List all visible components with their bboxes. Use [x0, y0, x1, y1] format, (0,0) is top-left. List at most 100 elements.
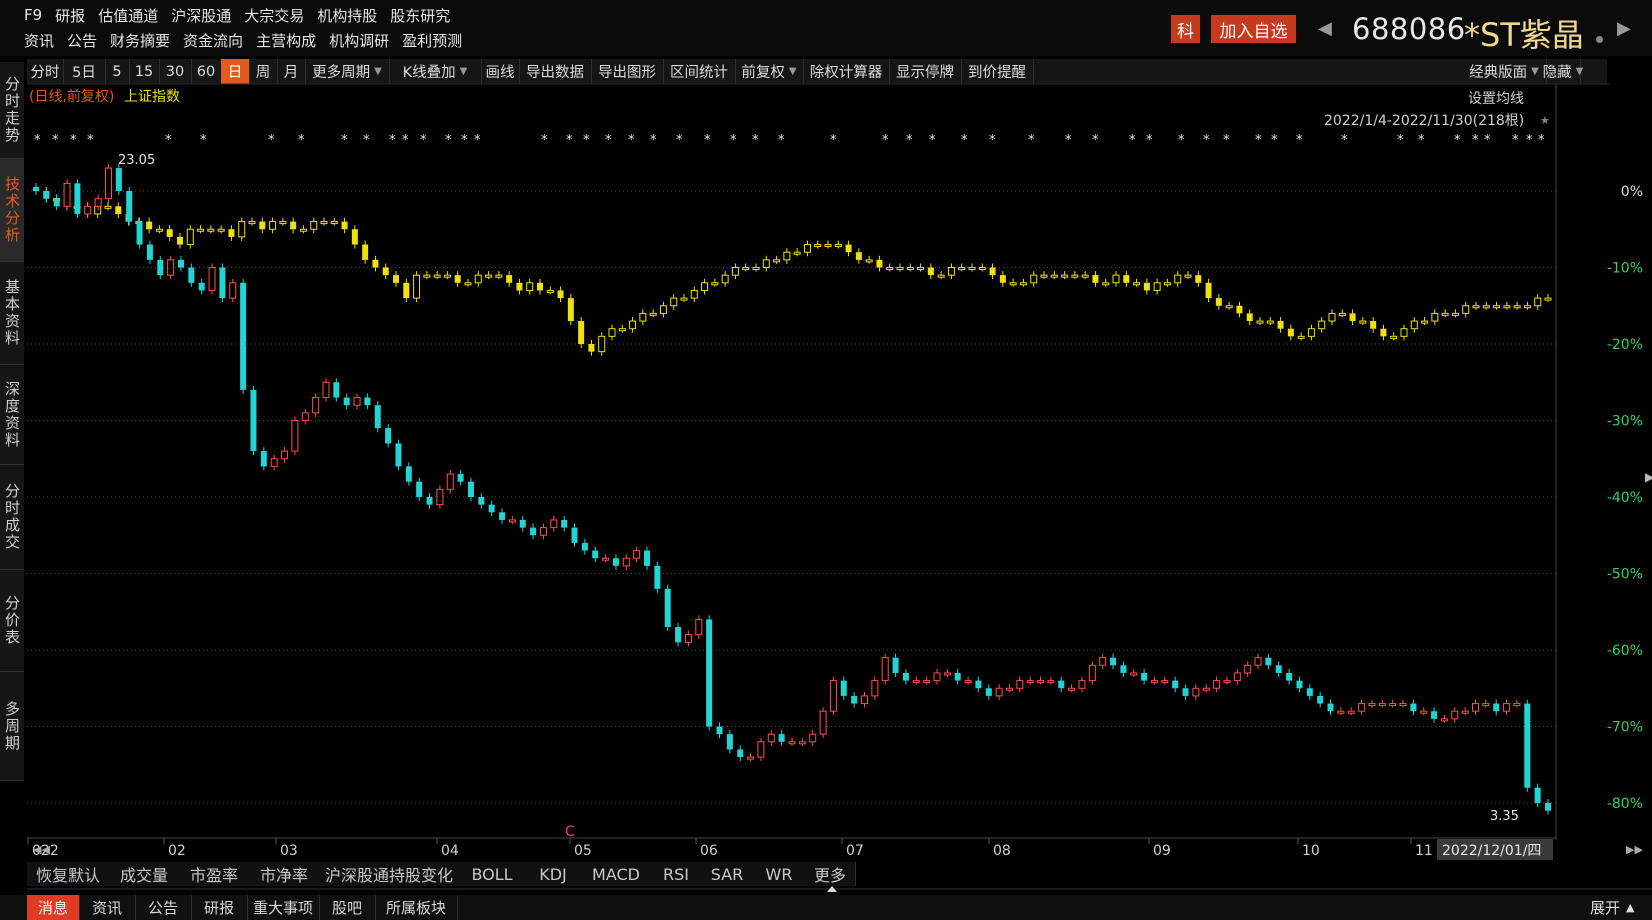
event-star[interactable]: *: [1203, 133, 1210, 148]
event-star[interactable]: *: [1065, 133, 1072, 148]
event-star[interactable]: *: [341, 133, 348, 148]
event-star[interactable]: *: [87, 133, 94, 148]
x-axis-labels: 022 02 03 04 05 06 07 08 09 10 11: [27, 838, 1433, 859]
event-star[interactable]: *: [363, 133, 370, 148]
news-tab[interactable]: 股吧: [319, 895, 376, 920]
event-star[interactable]: *: [906, 133, 913, 148]
event-star[interactable]: *: [566, 133, 573, 148]
indicator-tab[interactable]: 市盈率: [179, 862, 250, 886]
news-tab[interactable]: 重大事项: [247, 895, 320, 920]
candle: [814, 244, 822, 248]
event-star[interactable]: *: [961, 133, 968, 148]
pin-icon[interactable]: ★: [1540, 114, 1550, 127]
indicator-tab[interactable]: KDJ: [525, 862, 582, 886]
event-star[interactable]: *: [989, 133, 996, 148]
event-star[interactable]: *: [474, 133, 481, 148]
event-star[interactable]: *: [605, 133, 612, 148]
event-star[interactable]: *: [1028, 133, 1035, 148]
news-tab[interactable]: 资讯: [79, 895, 136, 920]
event-c-marker[interactable]: C: [565, 824, 575, 840]
candle: [416, 481, 423, 497]
candle: [322, 381, 330, 399]
indicator-tab[interactable]: 沪深股通持股变化: [319, 862, 460, 886]
news-tab[interactable]: 消息: [27, 895, 80, 920]
event-star[interactable]: *: [1454, 133, 1461, 148]
event-star[interactable]: *: [1526, 133, 1533, 148]
event-star[interactable]: *: [1271, 133, 1278, 148]
indicator-tab[interactable]: 市净率: [249, 862, 320, 886]
candle: [778, 734, 785, 742]
scroll-left-icon[interactable]: ◀◀: [33, 843, 50, 856]
event-star[interactable]: *: [1512, 133, 1519, 148]
indicator-tab[interactable]: MACD: [581, 862, 652, 886]
event-star[interactable]: *: [165, 133, 172, 148]
event-star[interactable]: *: [882, 133, 889, 148]
event-star[interactable]: *: [52, 133, 59, 148]
candle: [312, 397, 320, 414]
event-star[interactable]: *: [704, 133, 711, 148]
indicator-tab[interactable]: WR: [753, 862, 806, 886]
event-star[interactable]: *: [1538, 133, 1545, 148]
y-axis-labels: 0% -10% -20% -30% -40% -50% -60% -70% -80%: [1607, 184, 1643, 812]
event-star[interactable]: *: [461, 133, 468, 148]
event-star[interactable]: *: [1472, 133, 1479, 148]
event-star[interactable]: *: [676, 133, 683, 148]
overlay-label[interactable]: 上证指数: [124, 89, 180, 105]
candle: [701, 282, 709, 291]
event-star[interactable]: *: [389, 133, 396, 148]
candle: [1172, 680, 1179, 689]
event-star[interactable]: *: [583, 133, 590, 148]
event-star[interactable]: *: [650, 133, 657, 148]
event-star[interactable]: *: [1223, 133, 1230, 148]
event-star[interactable]: *: [34, 133, 41, 148]
event-star[interactable]: *: [1484, 133, 1491, 148]
event-star[interactable]: *: [298, 133, 305, 148]
event-star[interactable]: *: [420, 133, 427, 148]
news-tab[interactable]: 公告: [135, 895, 192, 920]
event-star[interactable]: *: [200, 133, 207, 148]
event-star[interactable]: *: [628, 133, 635, 148]
event-star[interactable]: *: [929, 133, 936, 148]
indicator-tab[interactable]: 更多: [805, 862, 856, 886]
event-star[interactable]: *: [1178, 133, 1185, 148]
event-star[interactable]: *: [778, 133, 785, 148]
expand-right-icon[interactable]: ▶: [1645, 470, 1652, 484]
ma-settings-button[interactable]: 设置均线: [1468, 91, 1524, 107]
event-star[interactable]: *: [1296, 133, 1303, 148]
kline-chart[interactable]: 0% -10% -20% -30% -40% -50% -60% -70% -80% 02 2 02…: [0, 0, 1652, 862]
x-tick-label: 02: [168, 843, 186, 859]
event-star[interactable]: *: [1341, 133, 1348, 148]
indicator-tab[interactable]: RSI: [651, 862, 702, 886]
candle: [654, 565, 661, 589]
indicator-tab[interactable]: 恢复默认: [27, 862, 110, 886]
event-star[interactable]: *: [541, 133, 548, 148]
event-star[interactable]: *: [70, 133, 77, 148]
indicator-tab[interactable]: SAR: [701, 862, 754, 886]
expand-button[interactable]: 展开 ▲: [1590, 895, 1634, 920]
event-star[interactable]: *: [830, 133, 837, 148]
y-tick-label: -40%: [1607, 490, 1643, 506]
indicator-tab[interactable]: 成交量: [109, 862, 180, 886]
event-star[interactable]: *: [1255, 133, 1262, 148]
candle: [217, 228, 225, 232]
candle: [633, 550, 641, 559]
event-star[interactable]: *: [268, 133, 275, 148]
candle: [229, 282, 237, 299]
event-star[interactable]: *: [1129, 133, 1136, 148]
scroll-right-icon[interactable]: ▶▶: [1626, 843, 1643, 856]
candle: [1182, 688, 1189, 696]
event-star[interactable]: *: [1092, 133, 1099, 148]
event-star[interactable]: *: [730, 133, 737, 148]
news-tab[interactable]: 研报: [191, 895, 248, 920]
candle: [1078, 680, 1086, 689]
news-tab[interactable]: 所属板块: [375, 895, 458, 920]
event-star[interactable]: *: [752, 133, 759, 148]
indicator-tab[interactable]: BOLL: [459, 862, 526, 886]
splitter[interactable]: [0, 884, 1652, 894]
event-star[interactable]: *: [445, 133, 452, 148]
candle: [1112, 274, 1120, 284]
event-star[interactable]: *: [1418, 133, 1425, 148]
event-star[interactable]: *: [1397, 133, 1404, 148]
event-star[interactable]: *: [1146, 133, 1153, 148]
event-star[interactable]: *: [402, 133, 409, 148]
